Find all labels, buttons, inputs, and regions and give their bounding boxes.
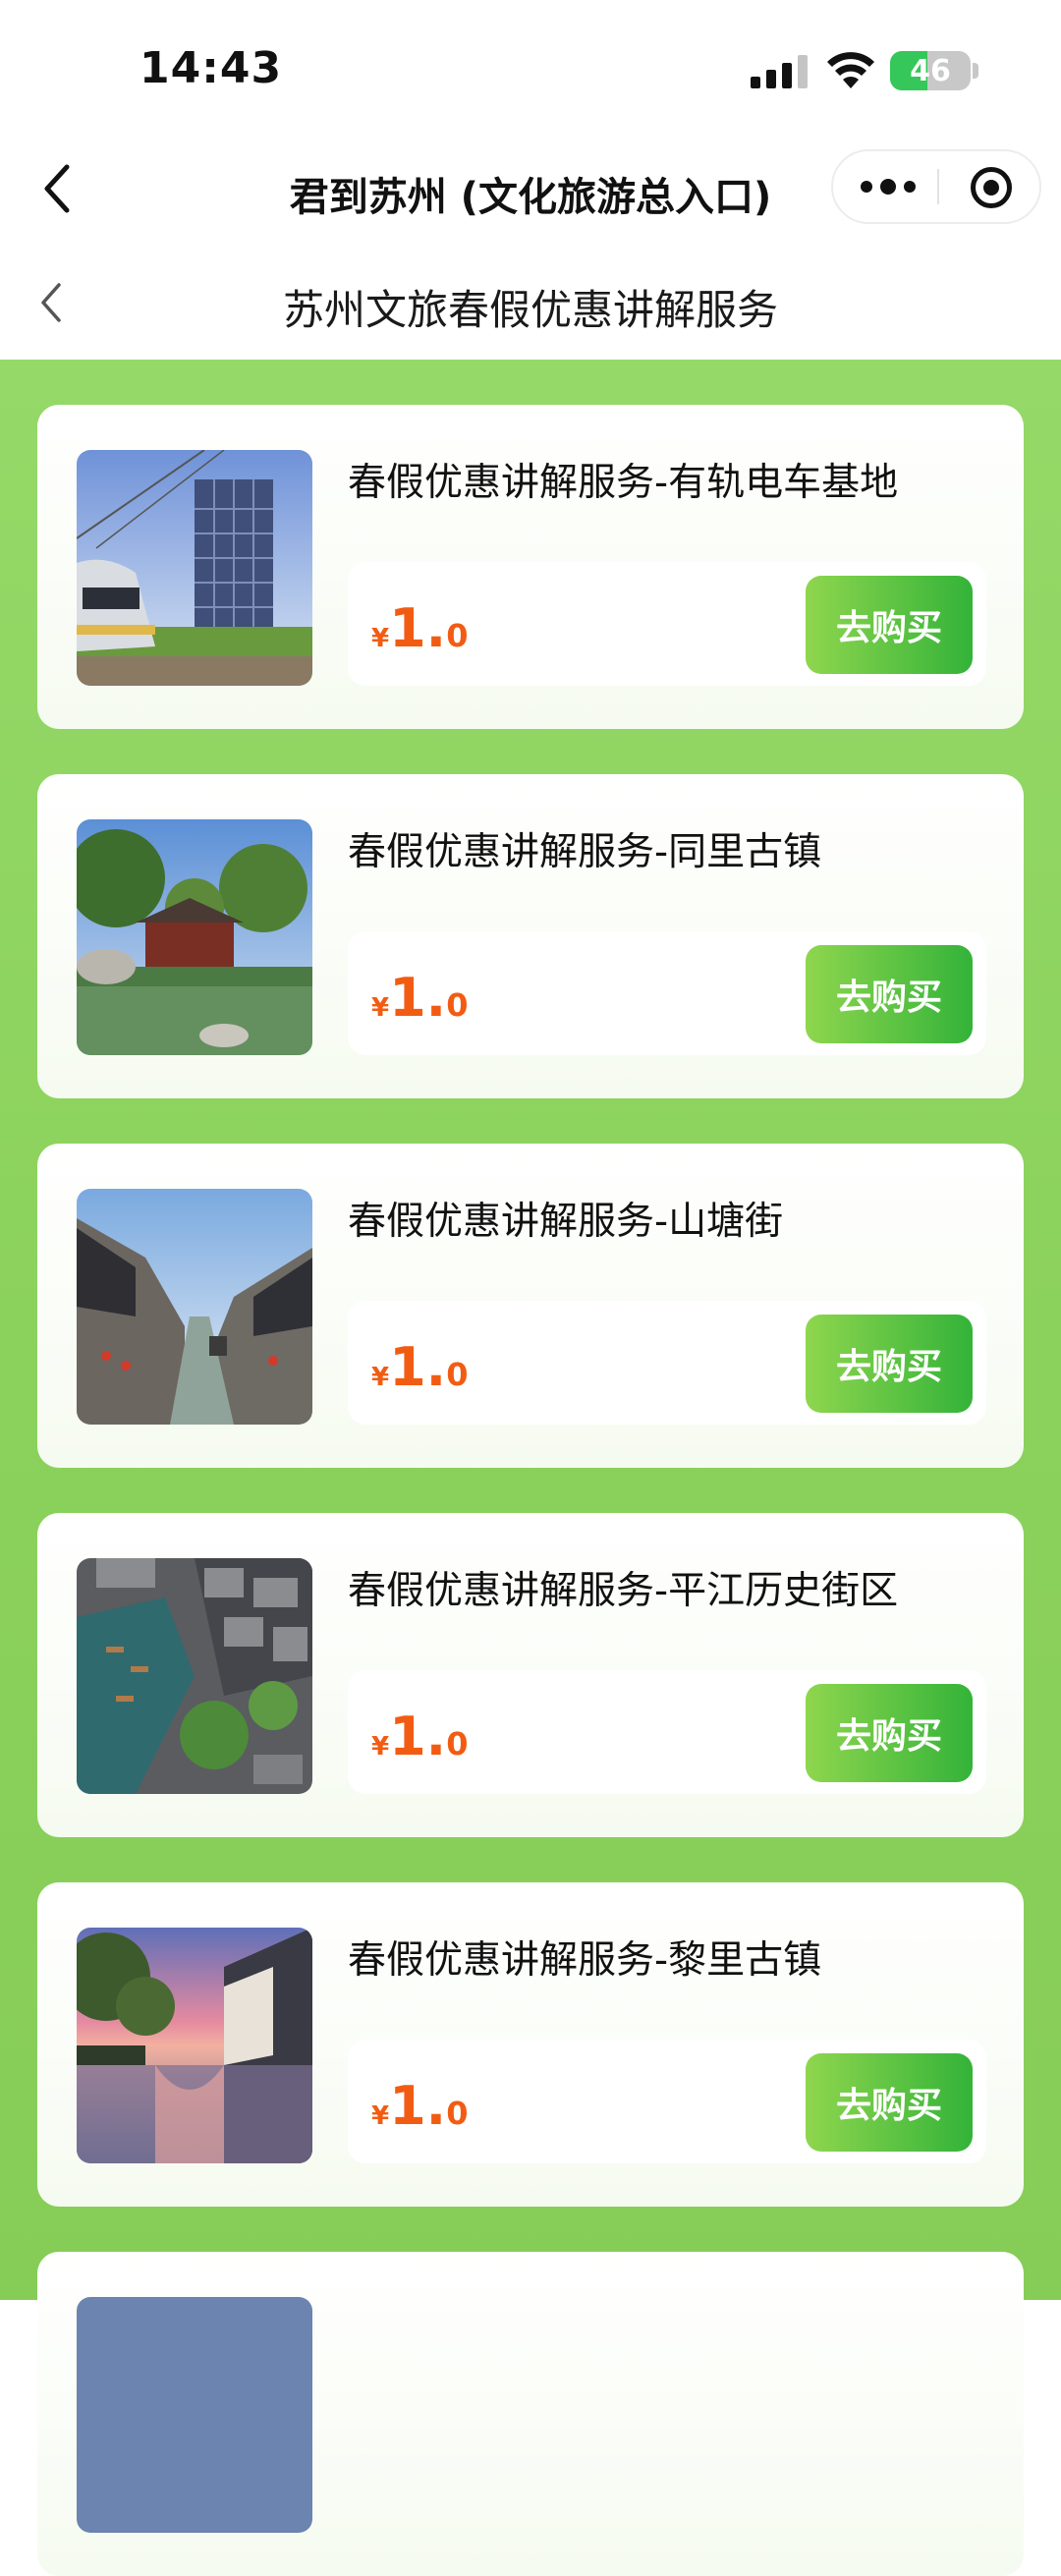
status-time: 14:43 xyxy=(140,43,283,93)
capsule-menu xyxy=(831,149,1041,224)
product-card[interactable]: 春假优惠讲解服务-同里古镇 ¥1.0 去购买 xyxy=(37,774,1024,1098)
price-decimal: 0 xyxy=(446,1725,469,1763)
product-price: ¥1.0 xyxy=(371,967,468,1029)
product-image[interactable] xyxy=(77,1928,312,2163)
product-price: ¥1.0 xyxy=(371,1706,468,1767)
cellular-signal-icon xyxy=(751,55,808,88)
buy-button[interactable]: 去购买 xyxy=(806,576,973,674)
page-title: 苏州文旅春假优惠讲解服务 xyxy=(282,286,778,334)
product-price: ¥1.0 xyxy=(371,597,468,659)
target-circle-icon xyxy=(971,167,1012,208)
status-bar: 14:43 46 xyxy=(0,0,1061,138)
buy-button[interactable]: 去购买 xyxy=(806,945,973,1043)
close-mini-program-button[interactable] xyxy=(939,151,1041,222)
product-image[interactable] xyxy=(77,1558,312,1794)
price-integer: 1. xyxy=(389,1336,447,1398)
price-box: ¥1.0 去购买 xyxy=(348,1301,986,1425)
wifi-icon xyxy=(827,52,874,88)
price-box: ¥1.0 去购买 xyxy=(348,1670,986,1794)
product-title[interactable]: 春假优惠讲解服务-平江历史街区 xyxy=(348,1560,898,1615)
battery-cap xyxy=(973,63,978,79)
currency-symbol: ¥ xyxy=(371,2101,390,2131)
price-integer: 1. xyxy=(389,967,447,1029)
product-title[interactable]: 春假优惠讲解服务-有轨电车基地 xyxy=(348,452,898,507)
product-price: ¥1.0 xyxy=(371,2075,468,2137)
currency-symbol: ¥ xyxy=(371,1732,390,1762)
buy-button[interactable]: 去购买 xyxy=(806,1684,973,1782)
more-dots-icon xyxy=(861,179,916,195)
product-card[interactable]: 春假优惠讲解服务-黎里古镇 ¥1.0 去购买 xyxy=(37,1882,1024,2207)
price-decimal: 0 xyxy=(446,1356,469,1393)
product-card-partial[interactable] xyxy=(37,2252,1024,2576)
battery-icon: 46 xyxy=(890,51,971,90)
price-integer: 1. xyxy=(389,2075,447,2137)
product-image[interactable] xyxy=(77,1189,312,1425)
buy-button[interactable]: 去购买 xyxy=(806,1315,973,1413)
product-price: ¥1.0 xyxy=(371,1336,468,1398)
price-box: ¥1.0 去购买 xyxy=(348,2040,986,2163)
price-decimal: 0 xyxy=(446,617,469,654)
price-integer: 1. xyxy=(389,1706,447,1767)
product-title[interactable]: 春假优惠讲解服务-山塘街 xyxy=(348,1191,783,1246)
product-card[interactable]: 春假优惠讲解服务-山塘街 ¥1.0 去购买 xyxy=(37,1144,1024,1468)
product-title[interactable]: 春假优惠讲解服务-黎里古镇 xyxy=(348,1930,821,1985)
price-box: ¥1.0 去购买 xyxy=(348,931,986,1055)
product-card[interactable]: 春假优惠讲解服务-平江历史街区 ¥1.0 去购买 xyxy=(37,1513,1024,1837)
product-image[interactable] xyxy=(77,819,312,1055)
currency-symbol: ¥ xyxy=(371,993,390,1023)
product-title[interactable]: 春假优惠讲解服务-同里古镇 xyxy=(348,821,821,876)
price-decimal: 0 xyxy=(446,2095,469,2132)
currency-symbol: ¥ xyxy=(371,1363,390,1392)
page-header: 苏州文旅春假优惠讲解服务 xyxy=(0,240,1061,360)
currency-symbol: ¥ xyxy=(371,624,390,653)
battery-level-text: 46 xyxy=(910,53,951,88)
buy-button[interactable]: 去购买 xyxy=(806,2053,973,2152)
product-image[interactable] xyxy=(77,450,312,686)
mini-program-nav-bar: 君到苏州 (文化旅游总入口) xyxy=(0,138,1061,240)
product-list: 春假优惠讲解服务-有轨电车基地 ¥1.0 去购买 春假优惠讲解服务-同里古镇 ¥… xyxy=(0,360,1061,2576)
price-decimal: 0 xyxy=(446,986,469,1024)
price-integer: 1. xyxy=(389,597,447,659)
price-box: ¥1.0 去购买 xyxy=(348,562,986,686)
more-options-button[interactable] xyxy=(833,151,937,222)
product-image[interactable] xyxy=(77,2297,312,2533)
product-card[interactable]: 春假优惠讲解服务-有轨电车基地 ¥1.0 去购买 xyxy=(37,405,1024,729)
